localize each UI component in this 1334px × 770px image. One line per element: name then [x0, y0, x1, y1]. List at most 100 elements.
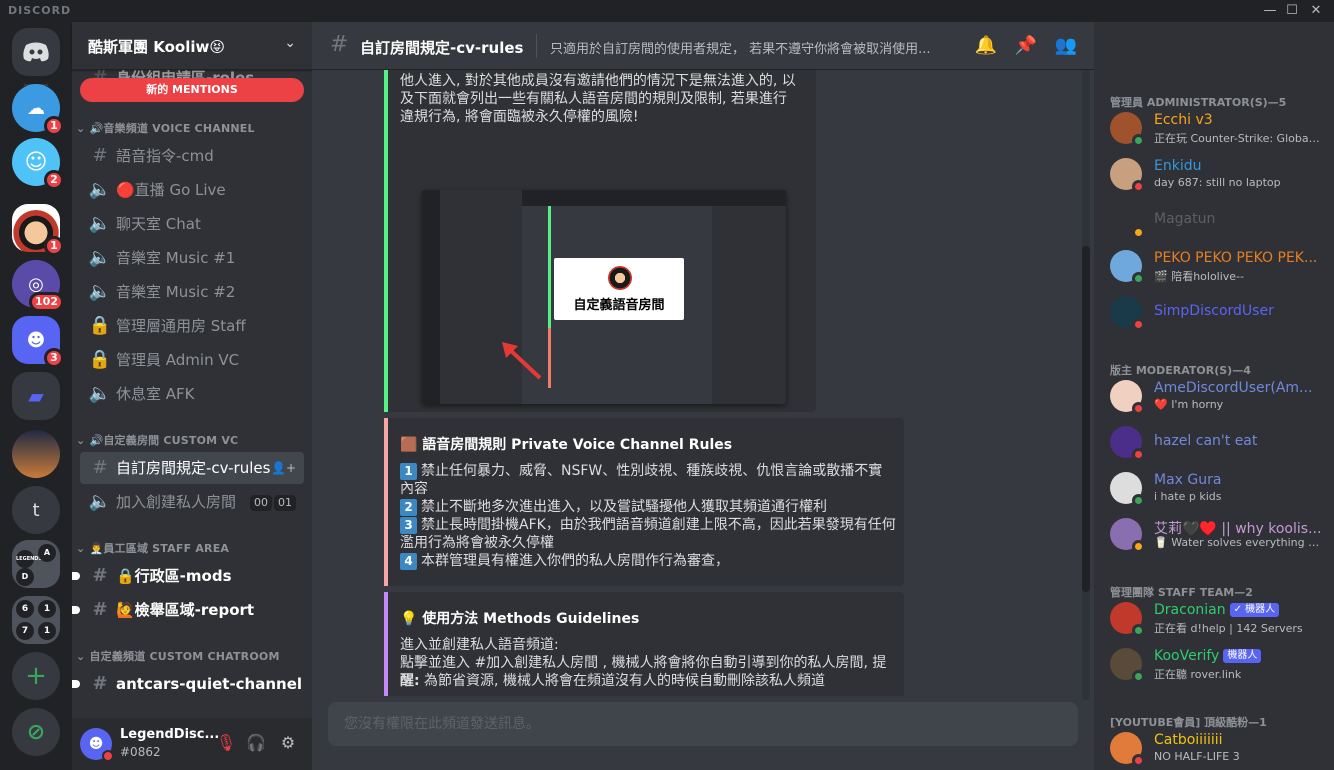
mini-server: 6	[16, 600, 34, 618]
channel-music-2[interactable]: 🔈 音樂室 Music #2	[80, 276, 304, 308]
channel-topic[interactable]: 只適用於自訂房間的使用者規定， 若果不遵守你將會被取消使用...	[550, 38, 960, 57]
mini-server: A	[38, 544, 56, 562]
speaker-icon: 🔈	[88, 281, 112, 302]
close-window-button[interactable]: ✕	[1306, 2, 1326, 20]
chat-area: # 自訂房間規定-cv-rules 只適用於自訂房間的使用者規定， 若果不遵守你…	[312, 22, 1311, 770]
member-item[interactable]: AmeDiscordUser(Am... ❤️ I'm horny	[1102, 374, 1326, 418]
number-badge: 1	[400, 463, 417, 480]
channel-create-room[interactable]: 🔈 加入創建私人房間 00 01	[80, 486, 304, 518]
server-folder-2[interactable]: LEGENDS A D	[12, 540, 60, 588]
chevron-icon: ⌄	[76, 122, 90, 135]
avatar[interactable]	[1110, 296, 1145, 331]
channel-title: 自訂房間規定-cv-rules	[360, 39, 524, 57]
member-item[interactable]: Draconian ✓ 機器人 正在看 d!help | 142 Servers	[1102, 596, 1326, 640]
channel-voice-cmd[interactable]: # 語音指令-cmd	[80, 140, 304, 172]
member-item[interactable]: PEKO PEKO PEKO PEK... 🎬 陪看hololive--	[1102, 244, 1326, 288]
avatar[interactable]	[1110, 426, 1145, 461]
number-badge: 2	[400, 499, 417, 516]
channel-report[interactable]: # 🙋檢舉區域-report	[72, 594, 304, 626]
server-folder[interactable]: ▰	[12, 372, 60, 420]
speaker-icon: 🔈	[88, 491, 112, 512]
embed-title: 🟫 語音房間規則 Private Voice Channel Rules	[400, 437, 733, 453]
member-item[interactable]: Max Gura i hate p kids	[1102, 466, 1326, 510]
new-mentions-banner[interactable]: 新的 MENTIONS	[80, 78, 304, 102]
rule-item: 2 禁止不斷地多次進出進入，以及嘗試騷擾他人獲取其頻道通行權利	[400, 498, 896, 516]
member-item[interactable]: Magatun	[1102, 198, 1326, 242]
channel-antcars[interactable]: # antcars-quiet-channel	[72, 668, 304, 700]
minimize-button[interactable]: —	[1260, 2, 1280, 20]
headphones-icon[interactable]: 🎧	[244, 731, 268, 755]
username: LegendDisc...	[120, 727, 220, 742]
avatar[interactable]	[1110, 380, 1145, 415]
cloud-icon: ☁	[27, 97, 45, 119]
status-icon	[1132, 624, 1145, 637]
category-custom-vc[interactable]: ⌄ 🔊自定義房間 CUSTOM VC	[76, 432, 238, 448]
avatar[interactable]	[1110, 250, 1145, 285]
add-server-button[interactable]: +	[12, 652, 60, 700]
category-voice[interactable]: ⌄ 🔊音樂頻道 VOICE CHANNEL	[76, 120, 255, 136]
avatar[interactable]	[1110, 204, 1145, 239]
member-item[interactable]: KooVerify 機器人 正在聽 rover.link	[1102, 642, 1326, 686]
category-staff[interactable]: ⌄ 👨‍💼員工區域 STAFF AREA	[76, 540, 229, 556]
member-item[interactable]: 艾莉🖤♥️ || why koolis... 🥛 Water solves eve…	[1102, 512, 1326, 556]
channel-cv-rules[interactable]: # 自訂房間規定-cv-rules 👤+	[80, 452, 304, 484]
avatar[interactable]	[1110, 472, 1145, 507]
mention-badge: 3	[44, 348, 64, 368]
unread-dot	[72, 606, 80, 614]
methods-text: 進入並創建私人語音頻道: 點擊並進入 #加入創建私人房間 , 機械人將會將你自動…	[400, 637, 887, 689]
explore-servers-button[interactable]: ⊘	[12, 708, 60, 756]
server-icon-7[interactable]	[12, 430, 60, 478]
channel-mods[interactable]: # 🔒行政區-mods	[72, 560, 304, 592]
channel-go-live[interactable]: 🔈 🔴直播 Go Live	[80, 174, 304, 206]
speaker-icon: 🔈	[88, 179, 112, 200]
member-item[interactable]: SimpDiscordUser	[1102, 290, 1326, 334]
server-icon-4[interactable]: ◎ 102	[12, 260, 64, 312]
mention-badge: 2	[44, 170, 64, 190]
avatar[interactable]	[1110, 602, 1145, 637]
server-header[interactable]: 酷斯軍團 Kooliw😝 ⌄	[72, 22, 312, 70]
channel-staff[interactable]: 🔒 管理層通用房 Staff	[80, 310, 304, 342]
mute-mic-icon[interactable]: 🎙	[214, 731, 238, 755]
scrollbar-thumb[interactable]	[1082, 246, 1090, 592]
embedded-screenshot[interactable]: 自定義語音房間	[422, 190, 786, 404]
server-icon-koolisw[interactable]: 1	[12, 204, 64, 256]
maximize-button[interactable]: ☐	[1282, 2, 1302, 20]
avatar[interactable]	[1110, 112, 1145, 147]
server-icon-5[interactable]: ☻ 3	[12, 316, 64, 368]
member-item[interactable]: hazel can't eat	[1102, 420, 1326, 464]
avatar[interactable]	[1110, 518, 1145, 553]
chevron-icon: ⌄	[76, 542, 90, 555]
discord-logo-icon	[23, 42, 49, 62]
face-icon: ☺	[24, 149, 48, 175]
avatar[interactable]	[1110, 158, 1145, 193]
member-name: AmeDiscordUser(Am...	[1154, 380, 1313, 396]
category-chatroom[interactable]: ⌄ 自定義頻道 CUSTOM CHATROOM	[76, 648, 280, 664]
scrollbar[interactable]	[1082, 70, 1090, 700]
server-folder-3[interactable]: 6 1 7 1	[12, 596, 60, 644]
avatar[interactable]	[1110, 732, 1145, 767]
avatar[interactable]: ☻	[80, 728, 114, 762]
member-item[interactable]: Ecchi v3 正在玩 Counter-Strike: Global ...	[1102, 106, 1326, 150]
channel-afk[interactable]: 🔈 休息室 AFK	[80, 378, 304, 410]
channel-music-1[interactable]: 🔈 音樂室 Music #1	[80, 242, 304, 274]
member-name: Ecchi v3	[1154, 112, 1213, 128]
server-icon-t[interactable]: t	[12, 486, 60, 534]
channel-chat[interactable]: 🔈 聊天室 Chat	[80, 208, 304, 240]
gear-icon[interactable]: ⚙	[276, 731, 300, 755]
avatar[interactable]	[1110, 648, 1145, 683]
channel-admin-vc[interactable]: 🔒 管理員 Admin VC	[80, 344, 304, 376]
status-icon	[1132, 226, 1145, 239]
pin-icon[interactable]: 📌	[1014, 34, 1038, 58]
bell-icon[interactable]: 🔔	[974, 34, 998, 58]
number-badge: 4	[400, 553, 417, 570]
server-icon-2[interactable]: ☺ 2	[12, 138, 64, 190]
member-activity: ❤️ I'm horny	[1154, 398, 1224, 411]
add-member-icon[interactable]: 👤+	[271, 452, 296, 484]
member-list-icon[interactable]: 👥	[1054, 34, 1078, 58]
status-icon	[1132, 402, 1145, 415]
member-item[interactable]: Enkidu day 687: still no laptop	[1102, 152, 1326, 196]
member-name: KooVerify 機器人	[1154, 648, 1262, 664]
home-button[interactable]	[12, 28, 60, 76]
server-icon-1[interactable]: ☁ 1	[12, 84, 64, 136]
member-item[interactable]: Catboiiiiiii NO HALF-LIFE 3	[1102, 726, 1326, 770]
